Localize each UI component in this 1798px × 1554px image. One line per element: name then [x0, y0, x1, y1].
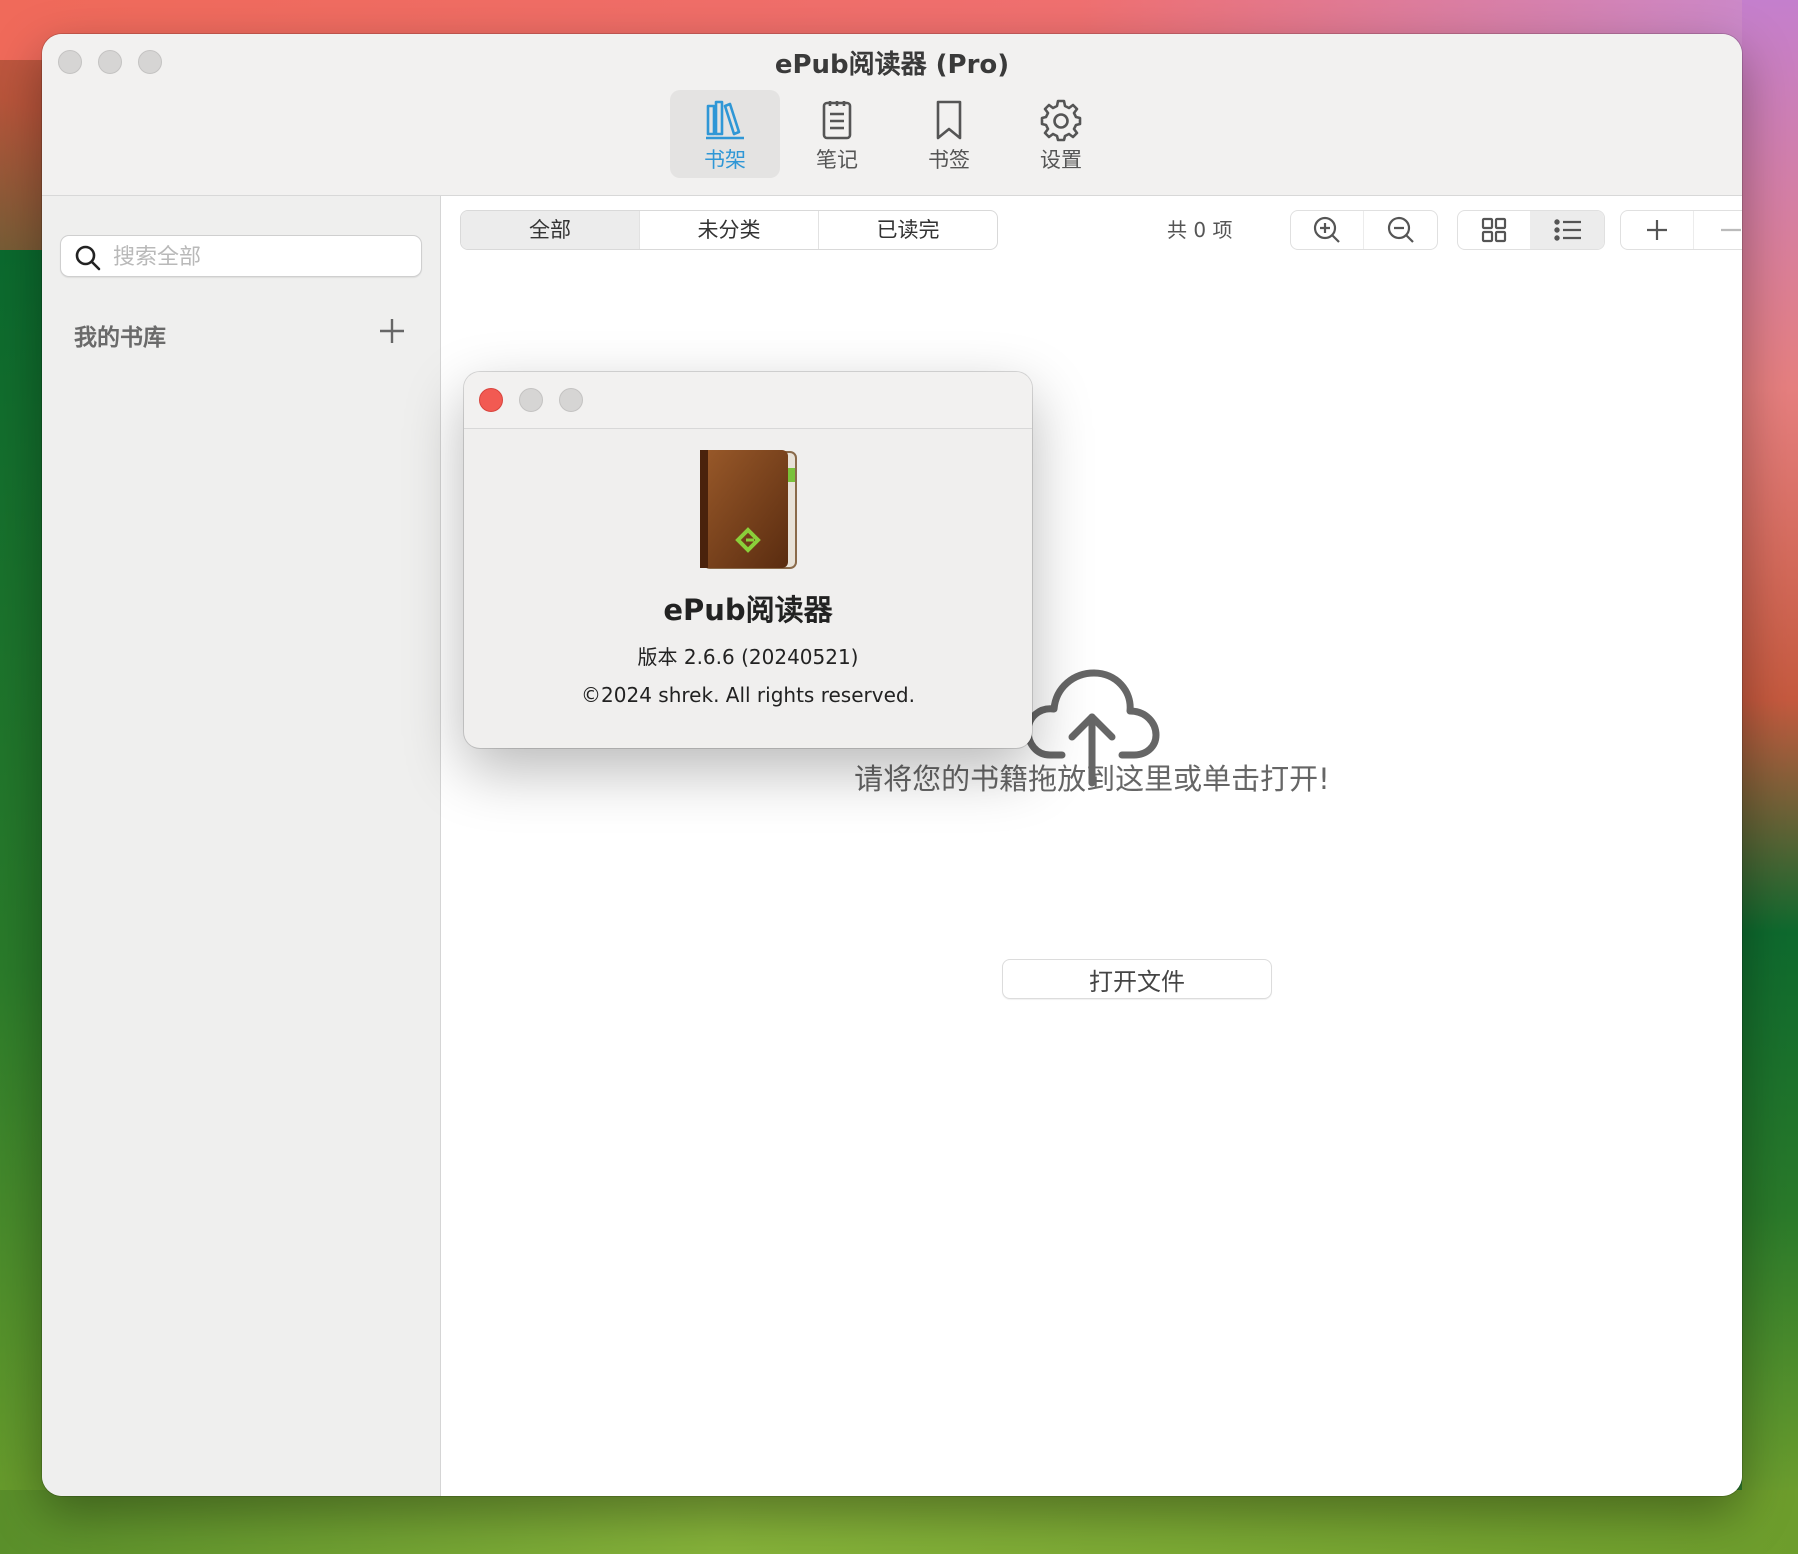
main-window: ePub阅读器 (Pro) 书架 笔记 书签 设置 搜索全部 我的书库 全部 未…: [42, 34, 1742, 1496]
titlebar: ePub阅读器 (Pro) 书架 笔记 书签 设置: [42, 34, 1742, 196]
tab-bookmarks[interactable]: 书签: [894, 90, 1004, 178]
gear-icon: [1040, 99, 1082, 142]
filter-segmented-control: 全部 未分类 已读完: [460, 210, 998, 250]
about-app-name: ePub阅读器: [663, 593, 833, 627]
window-title: ePub阅读器 (Pro): [774, 50, 1010, 80]
plus-icon: [1647, 220, 1667, 240]
notes-icon: [822, 101, 852, 140]
about-minimize-button: [519, 388, 543, 412]
zoom-in-button[interactable]: [1291, 211, 1364, 249]
list-view-button[interactable]: [1531, 211, 1604, 249]
zoom-controls: [1290, 210, 1438, 250]
sidebar: 我的书库: [42, 196, 441, 1496]
about-zoom-button: [559, 388, 583, 412]
grid-view-button[interactable]: [1458, 211, 1531, 249]
item-count: 共 0 项: [1167, 218, 1233, 242]
search-icon: [75, 245, 101, 271]
open-file-button[interactable]: 打开文件: [1002, 959, 1272, 999]
library-title: 我的书库: [74, 325, 166, 351]
filter-uncategorized[interactable]: 未分类: [640, 211, 819, 249]
about-version: 版本 2.6.6 (20240521): [637, 645, 859, 669]
tab-bookshelf-label: 书架: [704, 148, 746, 172]
add-library-icon[interactable]: [377, 316, 407, 346]
list-icon: [1553, 219, 1581, 241]
tab-notes[interactable]: 笔记: [782, 90, 892, 178]
bookmark-icon: [936, 100, 962, 140]
wallpaper-bottom: [0, 1490, 1798, 1554]
add-remove-controls: [1620, 210, 1742, 250]
tab-settings[interactable]: 设置: [1006, 90, 1116, 178]
about-close-button[interactable]: [479, 388, 503, 412]
view-mode-controls: [1457, 210, 1605, 250]
bookshelf-icon: [706, 100, 744, 140]
tab-bookshelf[interactable]: 书架: [670, 90, 780, 178]
tab-bookmarks-label: 书签: [928, 148, 970, 172]
add-button[interactable]: [1621, 211, 1694, 249]
about-dialog: ePub阅读器 版本 2.6.6 (20240521) ©2024 shrek.…: [464, 372, 1032, 748]
about-titlebar: [464, 372, 1032, 429]
wallpaper-right: [1742, 0, 1798, 1554]
about-copyright: ©2024 shrek. All rights reserved.: [581, 683, 915, 707]
remove-button[interactable]: [1694, 211, 1742, 249]
tab-notes-label: 笔记: [816, 148, 858, 172]
grid-icon: [1481, 217, 1507, 243]
tab-settings-label: 设置: [1040, 148, 1082, 172]
filter-finished[interactable]: 已读完: [819, 211, 997, 249]
zoom-out-icon: [1387, 216, 1414, 243]
zoom-in-icon: [1313, 216, 1340, 243]
filter-all[interactable]: 全部: [461, 211, 640, 249]
minus-icon: [1720, 228, 1741, 232]
zoom-out-button[interactable]: [1364, 211, 1437, 249]
drop-hint-text: 请将您的书籍拖放到这里或单击打开!: [854, 762, 1330, 796]
app-book-icon: [700, 450, 797, 569]
search-box[interactable]: [60, 235, 422, 277]
search-input[interactable]: [113, 242, 413, 272]
